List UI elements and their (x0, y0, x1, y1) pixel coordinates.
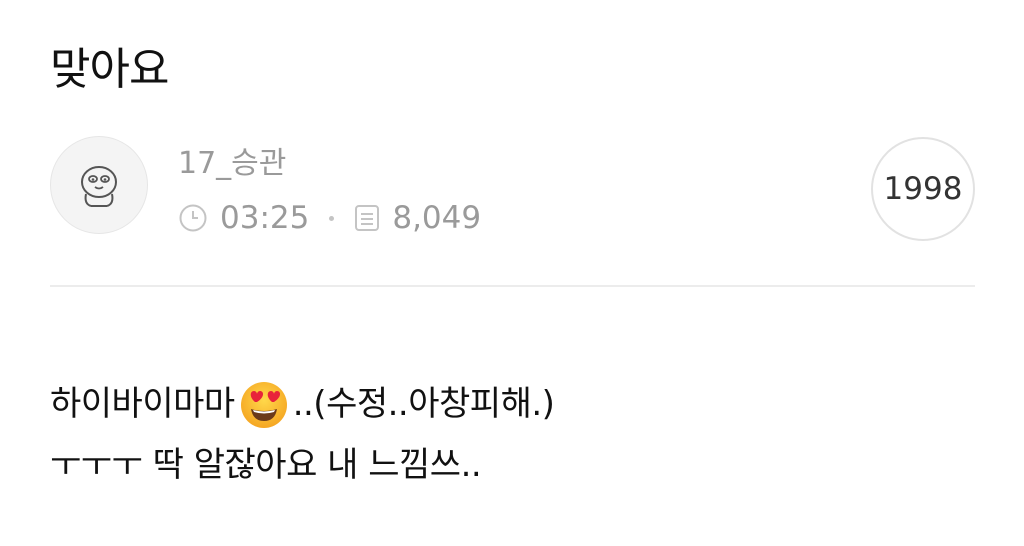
meta-separator (329, 215, 335, 221)
body-line-1: 하이바이마마 ..(수정..아창피해.) (50, 374, 555, 435)
body-text-part: ..(수정..아창피해.) (292, 384, 555, 424)
divider (50, 285, 975, 287)
body-line-2: ㅜㅜㅜ 딱 알잖아요 내 느낌쓰.. (50, 445, 482, 485)
document-icon (354, 204, 380, 232)
heart-eyes-emoji (239, 380, 289, 430)
post-body: 하이바이마마 ..(수정..아창피해.) ㅜㅜㅜ 딱 알잖아요 내 느낌쓰.. (50, 374, 555, 496)
number-badge[interactable]: 1998 (871, 137, 975, 241)
character-avatar-icon (81, 166, 117, 207)
post-time: 03:25 (220, 200, 310, 236)
view-count: 8,049 (392, 200, 482, 236)
post-title: 맞아요 (50, 44, 169, 95)
clock-icon (178, 203, 208, 233)
post-meta: 03:25 8,049 (178, 198, 481, 238)
author-name[interactable]: 17_승관 (178, 145, 286, 183)
author-avatar[interactable] (50, 136, 148, 234)
body-text-part: 하이바이마마 (50, 384, 235, 424)
